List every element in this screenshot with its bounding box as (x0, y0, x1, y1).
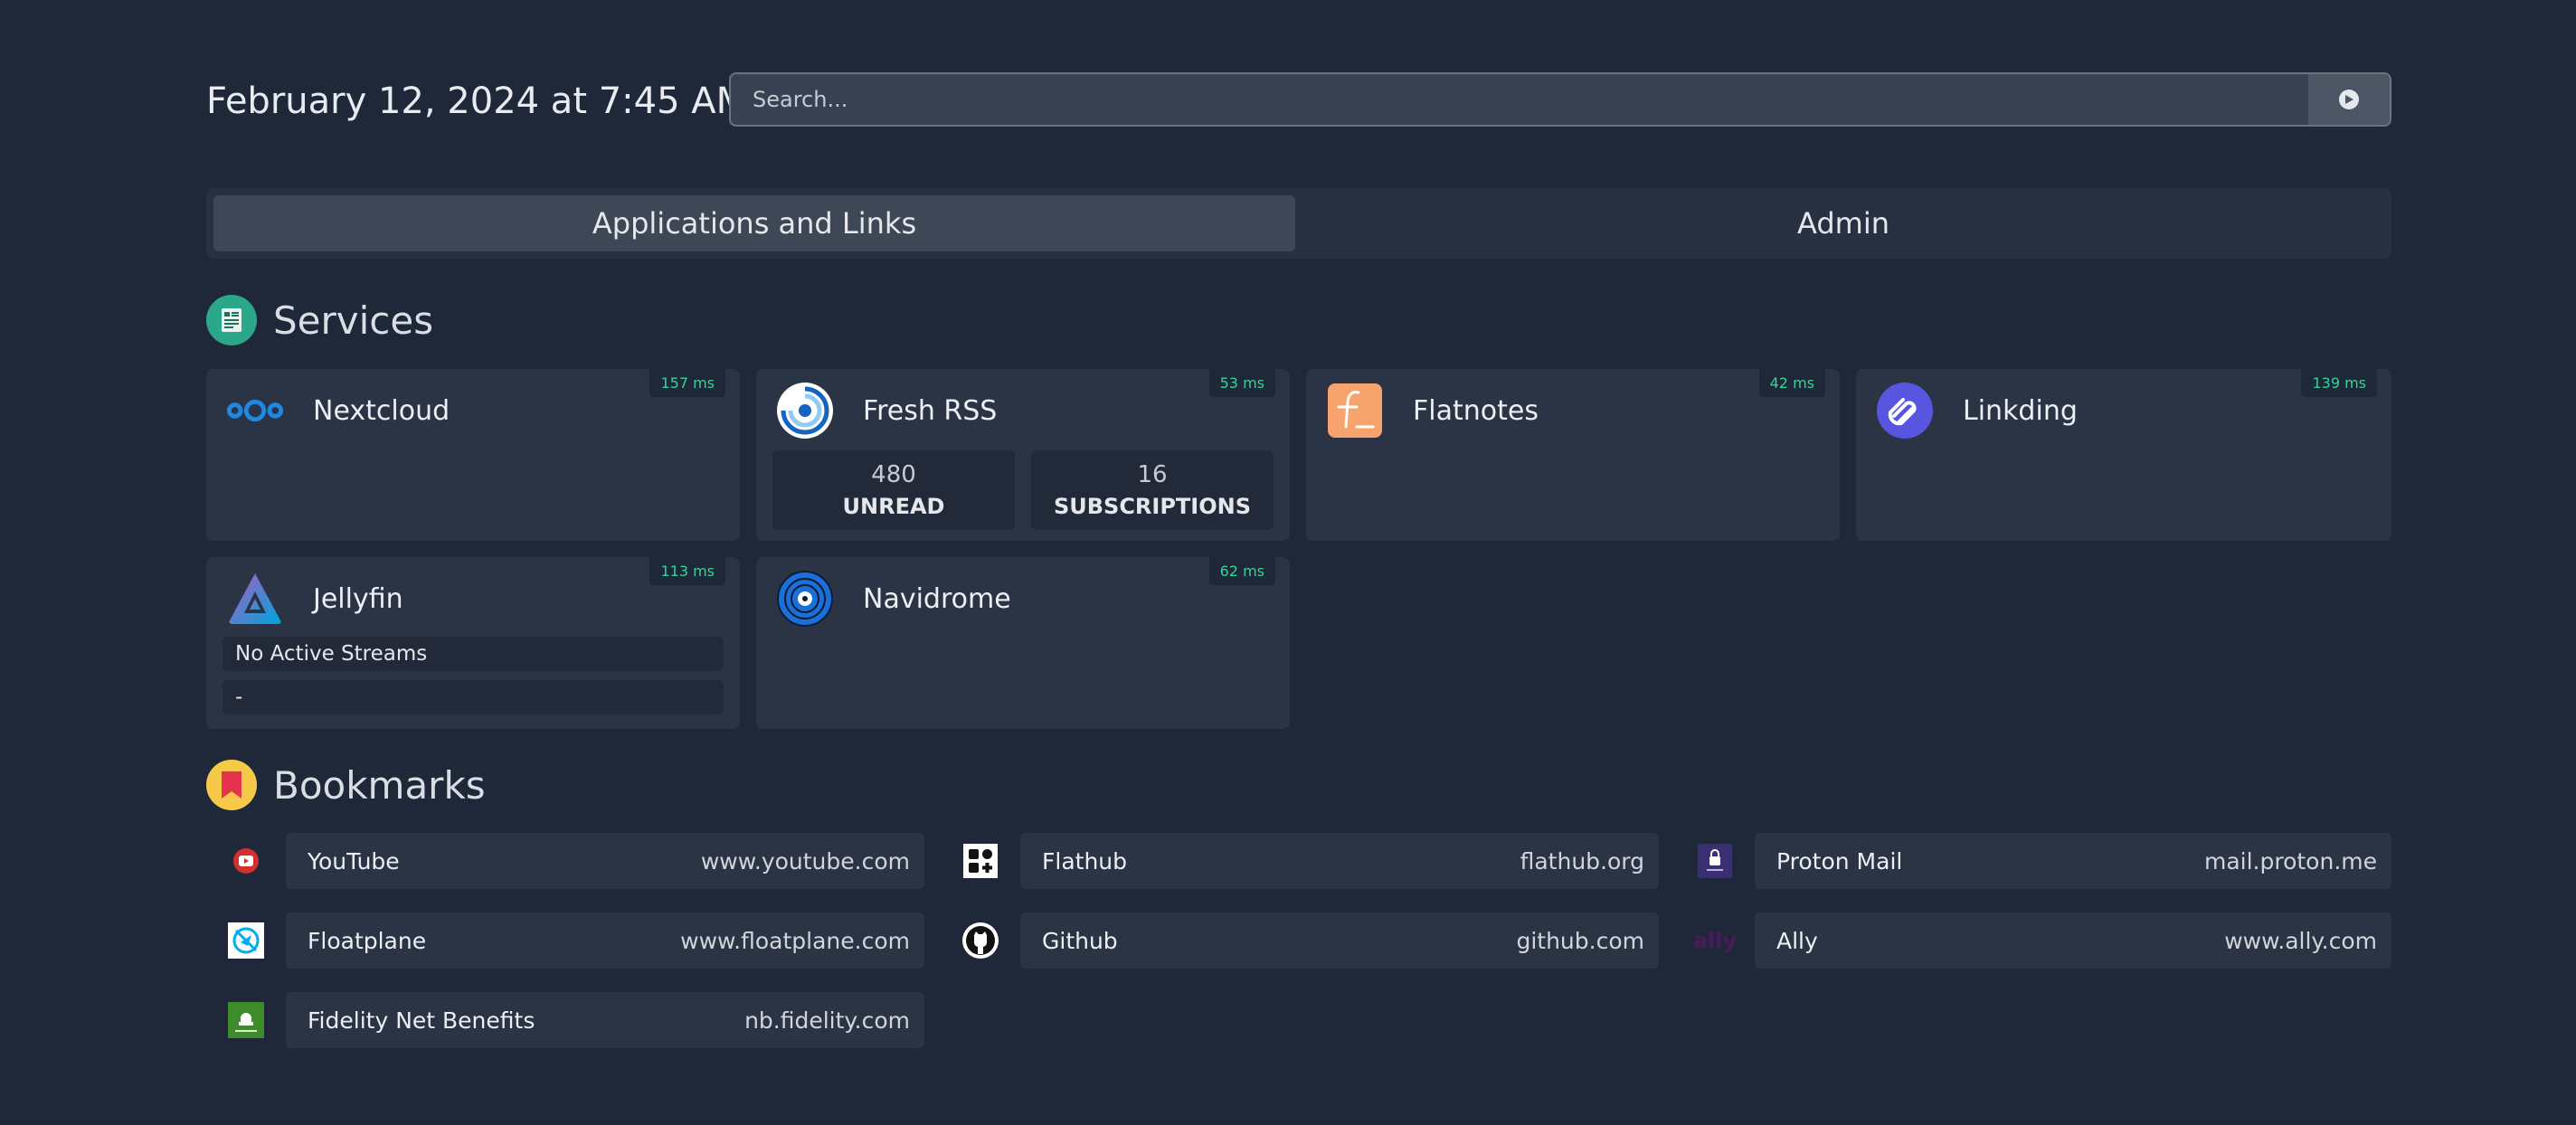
stat-unread: 480 UNREAD (772, 450, 1015, 530)
bookmark-flathub[interactable]: Flathub flathub.org (941, 832, 1659, 890)
linkding-icon (1876, 382, 1934, 440)
bookmark-url: mail.proton.me (2203, 847, 2377, 874)
bookmark-name: Floatplane (308, 927, 427, 954)
bookmark-url: flathub.org (1520, 847, 1644, 874)
ping-badge: 42 ms (1758, 369, 1825, 397)
bookmark-name: Github (1042, 927, 1118, 954)
bookmarks-heading: Bookmarks (206, 760, 486, 810)
protonmail-icon (1675, 832, 1755, 890)
ping-badge: 113 ms (649, 557, 725, 585)
service-card-nextcloud[interactable]: 157 ms Nextcloud (206, 369, 740, 541)
bookmark-fidelity-net-benefits[interactable]: Fidelity Net Benefits nb.fidelity.com (206, 991, 924, 1049)
bookmark-url: www.youtube.com (700, 847, 910, 874)
ping-badge: 157 ms (649, 369, 725, 397)
ping-badge: 62 ms (1208, 557, 1275, 585)
ping-badge: 53 ms (1208, 369, 1275, 397)
service-card-freshrss[interactable]: 53 ms Fresh RSS 480 UNREAD 16 SUBSCRIPTI… (756, 369, 1290, 541)
bookmark-name: Fidelity Net Benefits (308, 1007, 535, 1034)
bookmark-github[interactable]: Github github.com (941, 912, 1659, 969)
service-card-jellyfin[interactable]: 113 ms Jellyfin No Active Streams - (206, 557, 740, 729)
github-icon (941, 912, 1020, 969)
jellyfin-stream-status: No Active Streams (223, 637, 724, 671)
ally-icon: ally (1692, 928, 1738, 953)
bookmark-floatplane[interactable]: Floatplane www.floatplane.com (206, 912, 924, 969)
tab-admin[interactable]: Admin (1302, 195, 2384, 251)
fidelity-icon (206, 991, 286, 1049)
bookmark-url: www.ally.com (2224, 927, 2377, 954)
bookmark-url: github.com (1516, 927, 1644, 954)
tab-applications-and-links[interactable]: Applications and Links (213, 195, 1295, 251)
service-name: Flatnotes (1413, 394, 1539, 427)
bookmark-ally[interactable]: ally Ally www.ally.com (1675, 912, 2391, 969)
bookmark-proton-mail[interactable]: Proton Mail mail.proton.me (1675, 832, 2391, 890)
bookmark-url: www.floatplane.com (680, 927, 910, 954)
service-name: Nextcloud (313, 394, 450, 427)
datetime-display: February 12, 2024 at 7:45 AM (206, 80, 748, 122)
service-name: Linkding (1963, 394, 2078, 427)
navidrome-icon (776, 570, 834, 628)
service-name: Navidrome (863, 582, 1011, 615)
ping-badge: 139 ms (2301, 369, 2377, 397)
stat-subscriptions: 16 SUBSCRIPTIONS (1031, 450, 1274, 530)
bookmarks-icon (206, 760, 257, 810)
nextcloud-icon (226, 382, 284, 440)
flatnotes-icon (1326, 382, 1384, 440)
flathub-icon (941, 832, 1020, 890)
bookmark-url: nb.fidelity.com (744, 1007, 910, 1034)
bookmark-youtube[interactable]: YouTube www.youtube.com (206, 832, 924, 890)
services-icon (206, 295, 257, 345)
bookmarks-title: Bookmarks (273, 762, 486, 808)
search-engine-icon (2339, 90, 2359, 109)
floatplane-icon (206, 912, 286, 969)
freshrss-icon (776, 382, 834, 440)
bookmark-name: YouTube (308, 847, 400, 874)
services-title: Services (273, 298, 434, 343)
bookmark-name: Flathub (1042, 847, 1128, 874)
service-card-linkding[interactable]: 139 ms Linkding (1856, 369, 2391, 541)
search-input[interactable] (731, 74, 2308, 125)
jellyfin-stream-detail: - (223, 680, 724, 714)
bookmark-name: Proton Mail (1776, 847, 1903, 874)
jellyfin-icon (226, 570, 284, 628)
search-provider-button[interactable] (2308, 74, 2390, 125)
homepage-dashboard: February 12, 2024 at 7:45 AM Application… (0, 0, 2576, 1125)
services-heading: Services (206, 295, 433, 345)
bookmark-name: Ally (1776, 927, 1818, 954)
service-card-navidrome[interactable]: 62 ms Navidrome (756, 557, 1290, 729)
service-name: Fresh RSS (863, 394, 998, 427)
search-bar[interactable] (729, 72, 2391, 127)
service-name: Jellyfin (313, 582, 403, 615)
youtube-icon (206, 832, 286, 890)
tab-bar: Applications and Links Admin (206, 188, 2391, 259)
service-card-flatnotes[interactable]: 42 ms Flatnotes (1306, 369, 1840, 541)
